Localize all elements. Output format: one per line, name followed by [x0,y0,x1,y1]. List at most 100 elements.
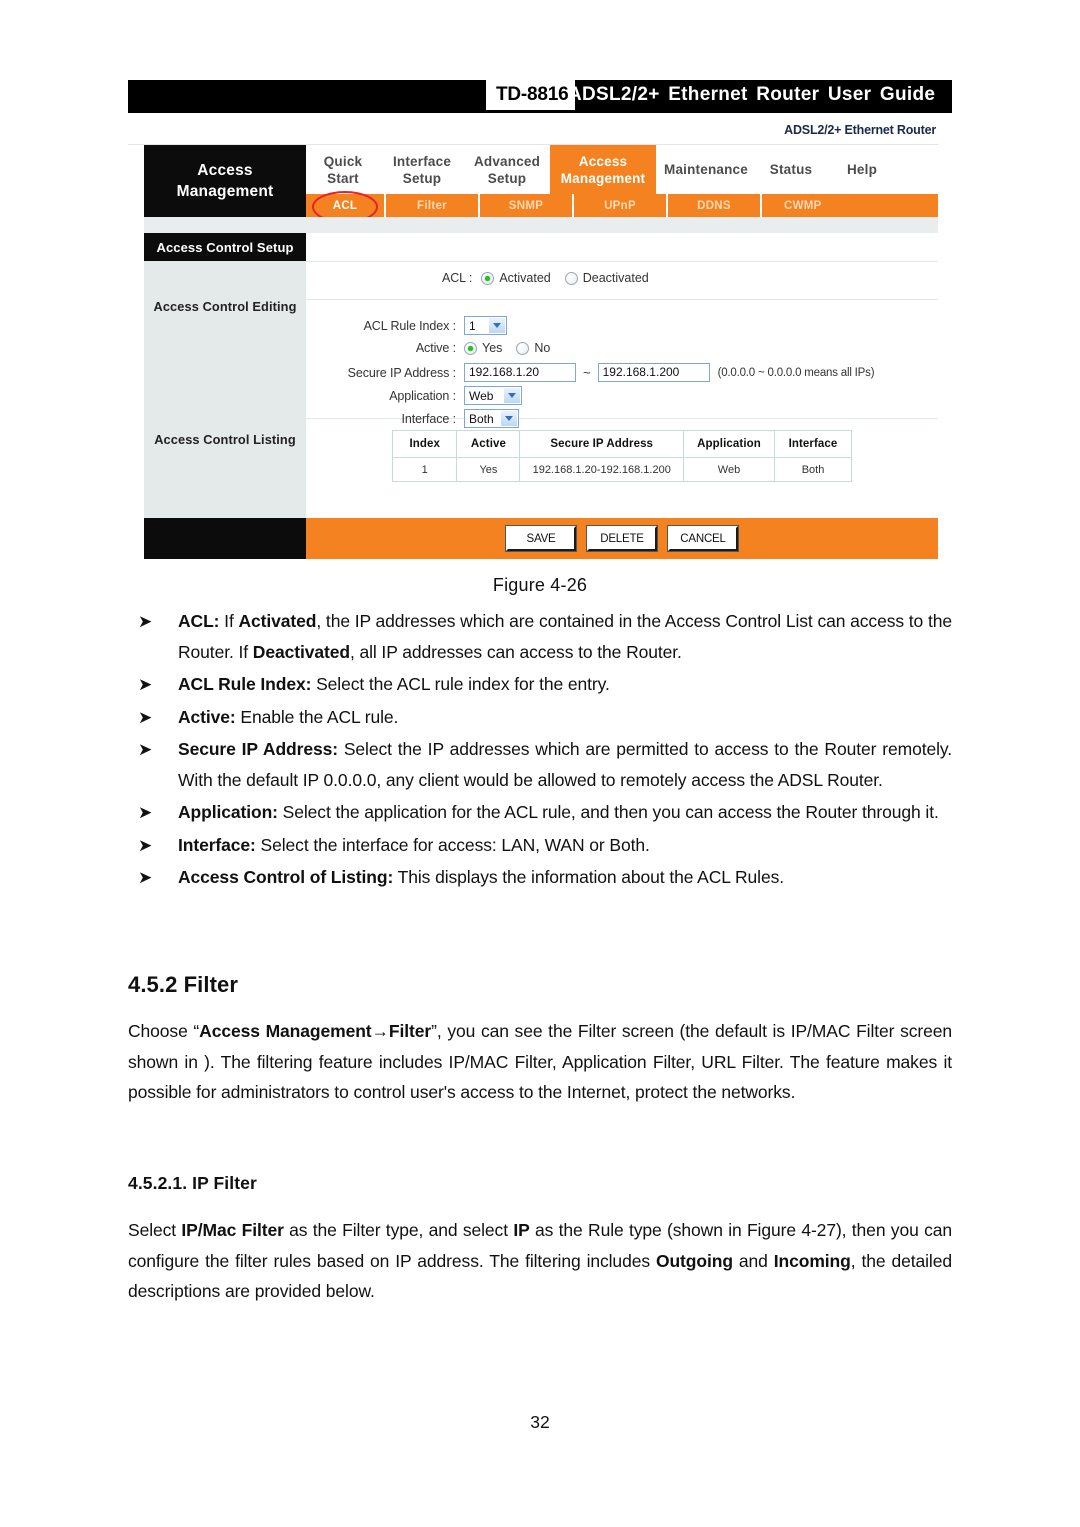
bullet-text: Secure IP Address: Select the IP address… [178,739,953,790]
tab-access-management-line2: Management [560,170,646,186]
subtab-filter[interactable]: Filter [386,194,480,217]
panel-header: Access Control Setup [144,233,306,261]
tab-interface-setup[interactable]: Interface Setup [380,145,464,194]
acl-active-no-label: No [534,341,551,355]
interface-row: Interface : Both [306,409,938,428]
secure-ip-separator: ~ [583,365,591,380]
router-footer: SAVE DELETE CANCEL [144,518,938,559]
acl-deactivated-radio[interactable] [564,271,578,285]
acl-rule-index-row: ACL Rule Index : 1 [306,316,938,335]
router-nav-gap [144,217,938,233]
col-index: Index [391,430,458,458]
acl-active-yes-label: Yes [482,341,503,355]
tab-interface-setup-line1: Interface [392,153,452,169]
chevron-down-icon[interactable] [501,411,517,426]
side-label-editing: Access Control Editing [153,299,297,314]
subtab-snmp-label: SNMP [508,199,544,212]
tab-status[interactable]: Status [756,145,826,194]
table-row: 1 Yes 192.168.1.20-192.168.1.200 Web Bot… [391,457,852,482]
bullet-arrow-icon: ➤ [138,707,153,727]
cell-index: 1 [391,457,458,482]
interface-label: Interface : [401,411,457,426]
list-item: ➤ Interface: Select the interface for ac… [128,830,952,861]
side-label-listing: Access Control Listing [154,432,296,447]
bullet-text: Access Control of Listing: This displays… [178,867,785,887]
col-interface: Interface [774,430,852,458]
footer-black-block [144,518,306,559]
tab-quick-start[interactable]: Quick Start [306,145,380,194]
acl-activated-label: Activated [499,271,551,285]
secure-ip-end-input[interactable] [597,363,710,382]
acl-rule-index-value: 1 [469,318,476,333]
subtab-cwmp[interactable]: CWMP [762,194,970,217]
header-rule [128,110,952,113]
cell-secure-ip: 192.168.1.20-192.168.1.200 [519,457,685,482]
list-item: ➤ ACL: If Activated, the IP addresses wh… [128,606,952,667]
acl-rule-index-select[interactable]: 1 [464,316,507,335]
paragraph-filter-text: Choose “Access Management→Filter”, you c… [128,1021,952,1102]
paragraph-ip-filter: Select IP/Mac Filter as the Filter type,… [128,1215,952,1307]
router-section-title-line2: Management [176,183,274,200]
acl-active-row: Active : Yes No [306,341,938,355]
bullet-text: ACL Rule Index: Select the ACL rule inde… [178,674,610,694]
subtab-upnp-label: UPnP [604,199,636,212]
delete-button[interactable]: DELETE [587,526,657,551]
acl-deactivated-label: Deactivated [582,271,649,285]
list-item: ➤ Active: Enable the ACL rule. [128,702,952,733]
heading-ip-filter: 4.5.2.1. IP Filter [128,1173,257,1193]
bullet-arrow-icon: ➤ [138,740,153,759]
divider-top [306,261,938,262]
col-secure-ip: Secure IP Address [519,430,685,458]
secure-ip-start-input[interactable] [464,363,576,382]
divider-acl [306,299,938,300]
tab-access-management-line1: Access [578,153,628,169]
acl-active-yes-radio[interactable] [464,341,477,355]
paragraph-ip-filter-text: Select IP/Mac Filter as the Filter type,… [128,1220,952,1301]
acl-activated-radio[interactable] [481,271,495,285]
paragraph-filter: Choose “Access Management→Filter”, you c… [128,1016,952,1108]
subtab-ddns[interactable]: DDNS [668,194,762,217]
chevron-down-icon[interactable] [504,388,520,403]
router-side-panel: Access Control Setup Access Control Edit… [144,233,306,518]
header-title: ADSL2/2+ Ethernet Router User Guide [568,84,936,105]
footer-buttons: SAVE DELETE CANCEL [306,518,938,559]
router-page-body: Access Control Setup Access Control Edit… [144,233,938,518]
interface-select[interactable]: Both [464,409,519,428]
running-header: TD-8816 ADSL2/2+ Ethernet Router User Gu… [128,80,952,113]
application-label: Application : [389,388,456,403]
tab-status-label: Status [769,162,813,177]
page-number: 32 [530,1412,550,1432]
bullet-arrow-icon: ➤ [138,868,153,887]
bullet-arrow-icon: ➤ [138,803,153,822]
subtab-acl[interactable]: ACL [306,191,386,223]
tab-quick-start-line1: Quick [323,153,363,169]
tab-access-management[interactable]: Access Management [550,145,656,194]
acl-active-no-radio[interactable] [516,341,530,355]
bullet-arrow-icon: ➤ [138,835,153,855]
subtab-upnp[interactable]: UPnP [574,194,668,217]
tab-advanced-setup[interactable]: Advanced Setup [464,145,550,194]
application-select[interactable]: Web [464,386,522,405]
subtab-acl-label: ACL [332,199,358,212]
bullet-arrow-icon: ➤ [138,675,153,694]
tab-help[interactable]: Help [826,145,898,194]
tab-interface-setup-line2: Setup [402,170,442,186]
bullet-text: Active: Enable the ACL rule. [178,706,399,727]
router-nav: Access Management Quick Start Interface … [128,145,938,223]
list-item: ➤ Application: Select the application fo… [128,797,952,828]
subtab-snmp[interactable]: SNMP [480,194,574,217]
cell-application: Web [683,457,776,482]
secure-ip-row: Secure IP Address : ~ (0.0.0.0 ~ 0.0.0.0… [306,363,938,382]
cancel-button[interactable]: CANCEL [668,526,738,551]
tab-maintenance[interactable]: Maintenance [656,145,756,194]
router-section-title: Access Management [144,145,306,217]
chevron-down-icon[interactable] [489,318,505,333]
acl-active-label: Active : [415,341,456,355]
figure-caption: Figure 4-26 [492,575,588,595]
save-button[interactable]: SAVE [506,526,576,551]
col-active: Active [456,430,521,458]
bullet-arrow-icon: ➤ [138,612,153,631]
router-brand-label: ADSL2/2+ Ethernet Router [784,123,936,137]
list-item: ➤ Secure IP Address: Select the IP addre… [128,734,952,795]
list-item: ➤ ACL Rule Index: Select the ACL rule in… [128,669,952,700]
